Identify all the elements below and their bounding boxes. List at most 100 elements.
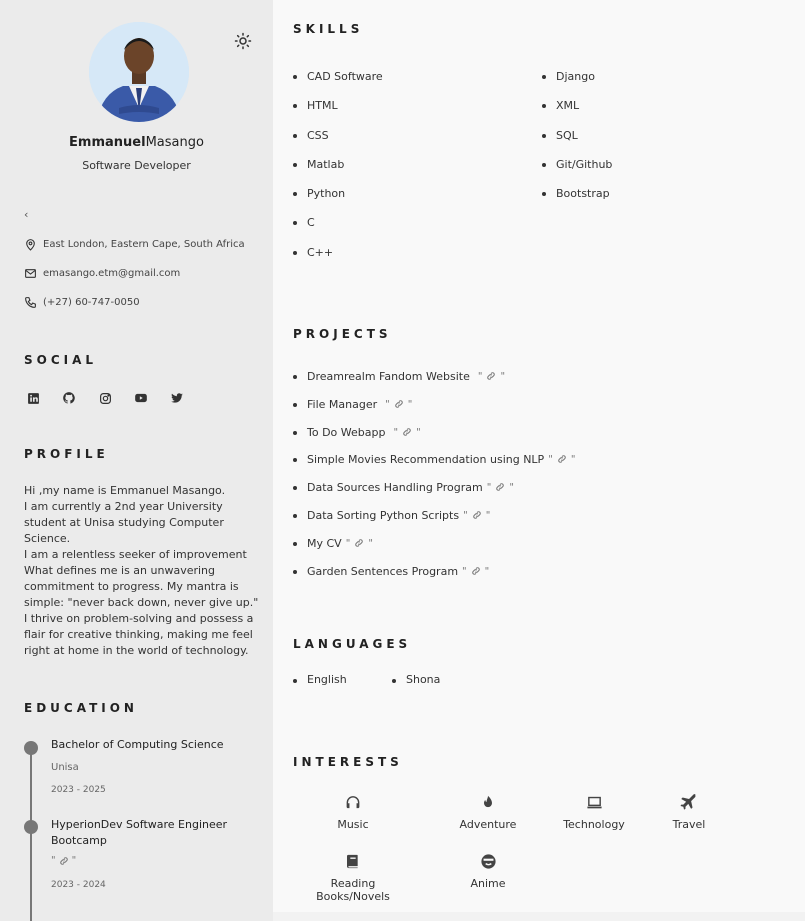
skill-item: CAD Software	[293, 69, 383, 98]
language-item: English	[293, 673, 347, 686]
project-item: Garden Sentences Program " "	[293, 564, 575, 592]
timeline-dot	[24, 820, 38, 834]
projects-list: Dreamrealm Fandom Website " " File Manag…	[293, 369, 575, 591]
job-title: Software Developer	[82, 159, 191, 172]
collapse-chevron-icon[interactable]: ‹	[24, 208, 28, 221]
phone-icon	[25, 297, 36, 308]
link-icon[interactable]	[471, 564, 481, 576]
project-item: To Do Webapp " "	[293, 425, 575, 453]
interest-label: Technology	[563, 818, 625, 831]
interest-travel: Travel	[669, 794, 709, 831]
interest-music: Music	[319, 794, 387, 831]
link-icon[interactable]	[557, 452, 567, 464]
link-icon[interactable]	[486, 369, 496, 381]
youtube-icon[interactable]	[132, 389, 150, 407]
link-icon[interactable]	[402, 425, 412, 437]
project-name: Simple Movies Recommendation using NLP	[307, 453, 545, 467]
skill-item: C	[293, 215, 383, 244]
skill-item: Python	[293, 186, 383, 215]
skill-item: Bootstrap	[542, 186, 612, 215]
languages-heading: LANGUAGES	[293, 637, 412, 651]
quote-mark: "	[345, 537, 351, 549]
skill-item: HTML	[293, 98, 383, 127]
quote-mark: "	[477, 371, 483, 382]
link-icon[interactable]	[394, 397, 404, 409]
interest-label: Adventure	[459, 818, 517, 831]
last-name: Masango	[145, 135, 204, 150]
education-years: 2023 - 2024	[51, 880, 106, 890]
quote-mark: "	[486, 482, 492, 494]
project-item: Data Sources Handling Program " "	[293, 480, 575, 508]
quote-mark: "	[385, 398, 390, 410]
education-timeline	[30, 748, 32, 921]
first-name: Emmanuel	[69, 135, 146, 150]
skill-item: Git/Github	[542, 157, 612, 186]
link-icon[interactable]	[495, 480, 505, 492]
book-icon	[293, 853, 413, 871]
location-text: East London, Eastern Cape, South Africa	[43, 239, 245, 250]
bio-line: Hi ,my name is Emmanuel Masango.	[24, 484, 226, 497]
project-name: File Manager	[307, 397, 378, 411]
laptop-icon	[558, 794, 630, 812]
bio-line: I am a relentless seeker of improvement …	[24, 548, 259, 609]
skill-item: C++	[293, 245, 383, 274]
timeline-dot	[24, 741, 38, 755]
contact-email[interactable]: emasango.etm@gmail.com	[24, 267, 180, 280]
bio-line: I am currently a 2nd year University stu…	[24, 500, 224, 545]
email-text[interactable]: emasango.etm@gmail.com	[43, 268, 180, 279]
quote-mark: "	[548, 454, 553, 466]
projects-heading: PROJECTS	[293, 327, 392, 341]
link-icon[interactable]	[59, 856, 69, 866]
profile-heading: PROFILE	[24, 447, 109, 461]
education-degree: HyperionDev Software Engineer Bootcamp	[51, 818, 228, 847]
twitter-icon[interactable]	[168, 389, 186, 407]
full-name: EmmanuelMasango	[0, 135, 273, 150]
quote-mark: "	[416, 426, 421, 438]
education-degree: Bachelor of Computing Science	[51, 738, 224, 751]
project-name: Garden Sentences Program	[307, 564, 459, 578]
education-years: 2023 - 2025	[51, 785, 106, 795]
skill-item: Matlab	[293, 157, 383, 186]
quote-mark: "	[500, 371, 506, 382]
link-icon[interactable]	[472, 508, 482, 520]
education-link[interactable]: " "	[51, 855, 76, 866]
quote-mark: "	[462, 565, 467, 577]
interests-heading: INTERESTS	[293, 755, 403, 769]
contact-phone[interactable]: (+27) 60-747-0050	[24, 296, 140, 309]
project-item: Dreamrealm Fandom Website " "	[293, 369, 575, 397]
avatar	[89, 22, 189, 122]
theme-toggle-sun-icon[interactable]	[232, 30, 254, 52]
quote-mark: "	[485, 509, 491, 521]
project-name: To Do Webapp	[307, 425, 386, 439]
github-icon[interactable]	[60, 389, 78, 407]
skill-item: CSS	[293, 128, 383, 157]
phone-text[interactable]: (+27) 60-747-0050	[43, 297, 140, 308]
project-item: Simple Movies Recommendation using NLP "…	[293, 452, 575, 480]
quote-mark: "	[484, 565, 490, 577]
cv-page: EmmanuelMasango Software Developer ‹ Eas…	[0, 0, 805, 921]
quote-mark: "	[393, 426, 399, 438]
interest-label: Music	[337, 818, 369, 831]
quote-mark: "	[407, 398, 413, 410]
project-item: My CV " "	[293, 536, 575, 564]
interest-label: Travel	[672, 818, 706, 831]
linkedin-icon[interactable]	[24, 389, 42, 407]
education-institution: Unisa	[51, 762, 79, 773]
skill-item: Django	[542, 69, 612, 98]
contact-location: East London, Eastern Cape, South Africa	[24, 238, 245, 251]
link-icon[interactable]	[354, 536, 364, 548]
project-item: File Manager " "	[293, 397, 575, 425]
sidebar: EmmanuelMasango Software Developer ‹ Eas…	[0, 0, 273, 921]
social-links	[24, 389, 186, 407]
quote-mark: "	[463, 509, 468, 521]
headphones-icon	[319, 794, 387, 812]
quote-mark: "	[368, 537, 373, 549]
skill-item: SQL	[542, 128, 612, 157]
quote-mark: "	[71, 855, 77, 866]
interest-anime: Anime	[463, 853, 513, 890]
skills-list-1: CAD Software HTML CSS Matlab Python C C+…	[293, 69, 383, 274]
bio-line: I thrive on problem-solving and possess …	[24, 612, 254, 657]
instagram-icon[interactable]	[96, 389, 114, 407]
project-item: Data Sorting Python Scripts " "	[293, 508, 575, 536]
language-item: Shona	[392, 673, 440, 686]
